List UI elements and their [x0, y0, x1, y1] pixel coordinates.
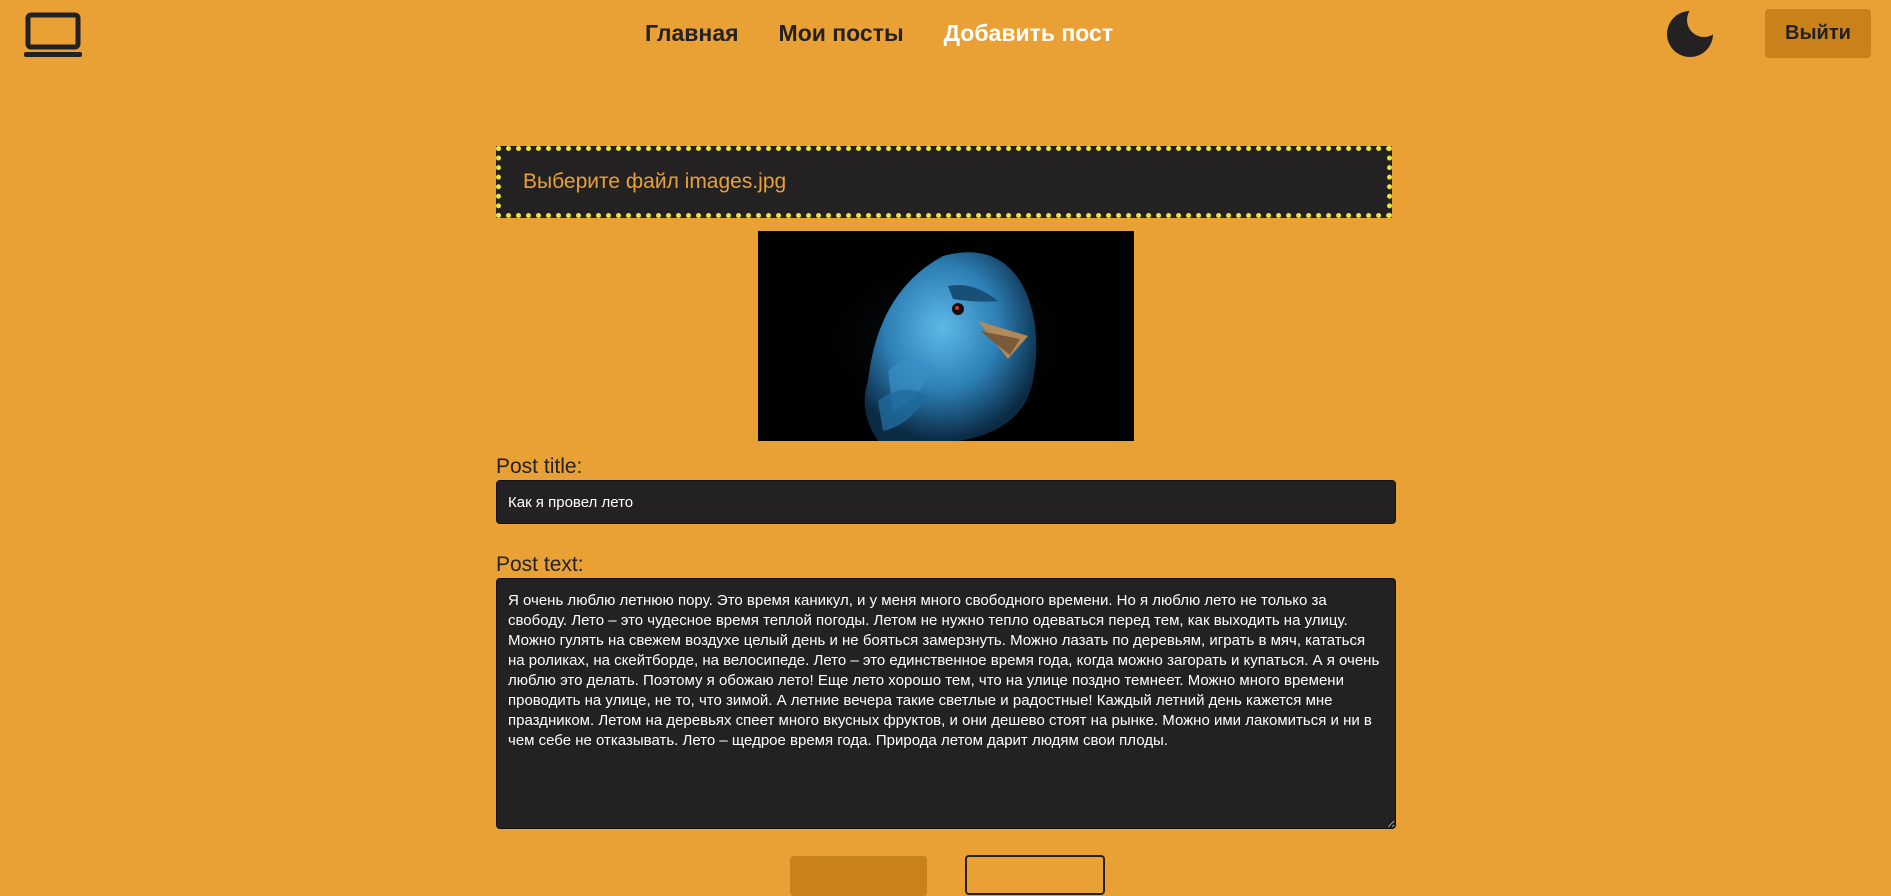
- laptop-icon[interactable]: [24, 12, 82, 58]
- nav-my-posts[interactable]: Мои посты: [779, 20, 904, 47]
- post-title-label: Post title:: [496, 455, 583, 478]
- file-upload-label: Выберите файл images.jpg: [523, 170, 787, 193]
- submit-button[interactable]: [790, 856, 927, 896]
- post-text-textarea[interactable]: Я очень люблю летнюю пору. Это время кан…: [496, 578, 1396, 829]
- nav-add-post[interactable]: Добавить пост: [944, 20, 1113, 47]
- cancel-button[interactable]: [965, 855, 1105, 895]
- main-nav: Главная Мои посты Добавить пост: [645, 20, 1113, 47]
- nav-home[interactable]: Главная: [645, 20, 739, 47]
- post-text-label: Post text:: [496, 553, 584, 576]
- file-upload-dropzone[interactable]: Выберите файл images.jpg: [496, 146, 1392, 218]
- post-title-input[interactable]: [496, 480, 1396, 524]
- blue-bird-image: [758, 231, 1134, 441]
- moon-icon[interactable]: [1666, 10, 1714, 58]
- image-preview: [758, 231, 1134, 441]
- header: Главная Мои посты Добавить пост Выйти: [0, 0, 1891, 70]
- logout-button[interactable]: Выйти: [1765, 9, 1871, 58]
